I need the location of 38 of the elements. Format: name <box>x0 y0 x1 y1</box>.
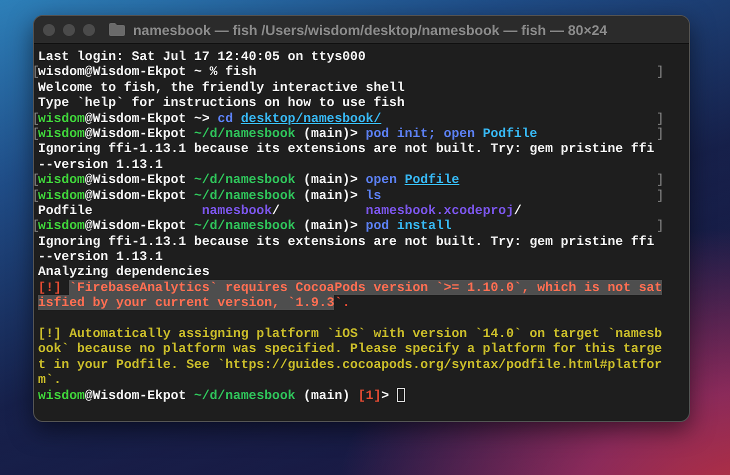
line-mark: [ <box>34 218 36 234</box>
close-button[interactable] <box>43 24 55 36</box>
line-mark: [ <box>34 172 36 188</box>
terminal-line: Analyzing dependencies <box>38 264 210 280</box>
terminal-line: --version 1.13.1 <box>38 249 163 264</box>
terminal-line: Type `help` for instructions on how to use fish <box>38 95 405 111</box>
line-mark: ] <box>656 64 664 80</box>
terminal-line: m`. <box>38 372 62 388</box>
zoom-button[interactable] <box>83 24 95 36</box>
terminal-line: wisdom@Wisdom-Ekpot ~ % fish <box>38 64 256 80</box>
terminal-line: t in your Podfile. See `https://guides.cocoapods.org/syntax/podfile.html#platfor <box>38 356 662 372</box>
window-title: namesbook — fish /Users/wisdom/desktop/namesbook — fish — 80×24 <box>133 22 608 38</box>
terminal-line: wisdom@Wisdom-Ekpot ~/d/namesbook (main) [1]> <box>38 388 390 403</box>
line-mark: [ <box>34 110 36 126</box>
line-mark: ] <box>656 218 664 234</box>
line-mark: ] <box>656 126 664 142</box>
line-mark: [ <box>34 188 36 203</box>
terminal-line: Podfile namesbook/ namesbook.xcodeproj/ <box>38 202 522 218</box>
line-mark: ] <box>656 172 664 188</box>
terminal-line: [!] `FirebaseAnalytics` requires CocoaPods version `>= 1.10.0`, which is not sat <box>38 280 662 296</box>
line-mark: ] <box>656 110 664 126</box>
minimize-button[interactable] <box>63 24 75 36</box>
line-mark: [ <box>34 64 36 80</box>
terminal-line: Ignoring ffi-1.13.1 because its extensions are not built. Try: gem pristine ffi <box>38 234 654 250</box>
terminal-line: wisdom@Wisdom-Ekpot ~/d/namesbook (main)> open Podfile <box>38 172 460 188</box>
terminal-line: Ignoring ffi-1.13.1 because its extensions are not built. Try: gem pristine ffi <box>38 141 654 157</box>
terminal-line: wisdom@Wisdom-Ekpot ~/d/namesbook (main)> pod init; open Podfile <box>38 126 538 142</box>
line-mark: ] <box>656 188 664 203</box>
terminal-line: Welcome to fish, the friendly interactive shell <box>38 80 405 96</box>
terminal-line: Last login: Sat Jul 17 12:40:05 on ttys000 <box>38 49 366 64</box>
terminal-line: --version 1.13.1 <box>38 156 163 172</box>
folder-icon <box>109 23 125 36</box>
terminal-line: wisdom@Wisdom-Ekpot ~/d/namesbook (main)> ls <box>38 188 382 203</box>
terminal-line: wisdom@Wisdom-Ekpot ~/d/namesbook (main)> pod install <box>38 218 452 234</box>
line-mark: [ <box>34 126 36 142</box>
terminal-line: wisdom@Wisdom-Ekpot ~> cd desktop/namesbook/ <box>38 110 382 126</box>
terminal-line: [!] Automatically assigning platform `iOS` with version `14.0` on target `namesb <box>38 326 662 342</box>
terminal-line: ook` because no platform was specified. Please specify a platform for this targe <box>38 341 662 357</box>
